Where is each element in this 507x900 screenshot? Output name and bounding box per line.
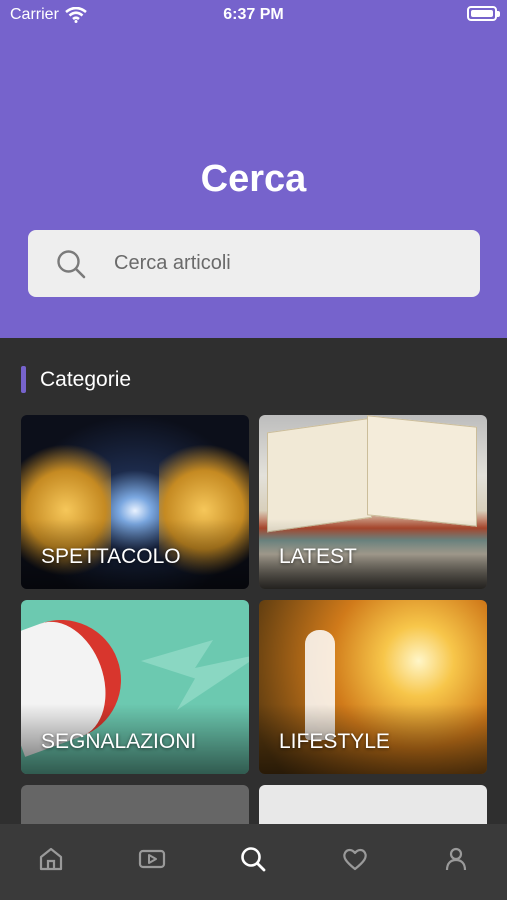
category-label: SPETTACOLO	[41, 545, 181, 568]
home-icon	[39, 847, 62, 871]
category-card-segnalazioni[interactable]: SEGNALAZIONI	[21, 600, 249, 774]
card-image	[267, 417, 372, 533]
page-title: Cerca	[200, 158, 307, 200]
video-icon	[138, 849, 166, 869]
status-time: 6:37 PM	[223, 6, 284, 23]
heart-icon	[343, 848, 367, 871]
categories-title: Categorie	[40, 367, 132, 391]
status-bar: Carrier 6:37 PM	[0, 0, 507, 30]
search-icon	[57, 250, 86, 279]
category-label: LIFESTYLE	[279, 730, 390, 753]
category-label: SEGNALAZIONI	[41, 730, 197, 753]
category-card-spettacolo[interactable]: SPETTACOLO	[21, 415, 249, 589]
category-card-latest[interactable]: LATEST	[259, 415, 487, 589]
categories-header: Categorie	[21, 366, 131, 393]
battery-icon	[467, 6, 500, 21]
user-icon	[446, 847, 467, 871]
tab-bar	[0, 824, 507, 900]
tab-favorites[interactable]	[330, 834, 380, 884]
card-image	[141, 640, 249, 710]
header: Carrier 6:37 PM Cerca	[0, 0, 507, 338]
tab-home[interactable]	[26, 834, 76, 884]
tab-search[interactable]	[228, 834, 278, 884]
search-bar[interactable]	[28, 230, 480, 297]
tab-video[interactable]	[127, 834, 177, 884]
tab-profile[interactable]	[431, 834, 481, 884]
category-card-lifestyle[interactable]: LIFESTYLE	[259, 600, 487, 774]
search-icon	[241, 847, 266, 872]
search-input[interactable]	[114, 230, 454, 297]
section-accent-bar	[21, 366, 26, 393]
category-label: LATEST	[279, 545, 357, 568]
